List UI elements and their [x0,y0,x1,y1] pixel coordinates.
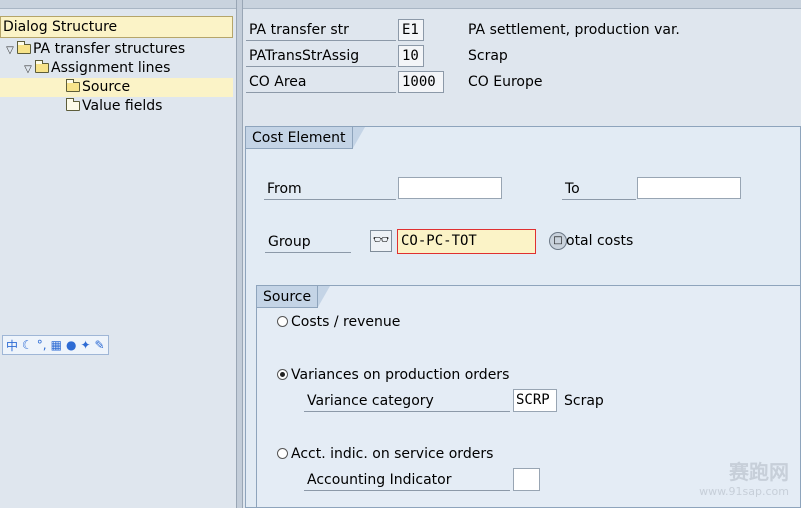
radio-label: Variances on production orders [291,367,510,383]
radio-label: Acct. indic. on service orders [291,446,494,462]
group-label: Group [265,231,351,253]
folder-open-icon [17,41,31,54]
tree-item-label: Assignment lines [51,60,171,76]
from-input[interactable] [398,177,502,199]
folder-open-icon [35,60,49,73]
radio-button-icon[interactable] [277,316,288,327]
dialog-structure-tree: ▽ PA transfer structures ▽ Assignment line… [0,40,233,116]
radio-button-icon[interactable] [277,448,288,459]
group-text: otal costs [566,233,634,249]
pa-transfer-str-field: E1 [398,19,424,41]
skin-icon[interactable]: ✦ [80,338,90,352]
tree-item-label: PA transfer structures [33,41,186,57]
wrench-icon[interactable]: ✎ [95,338,105,352]
expand-triangle-icon[interactable]: ▽ [3,41,17,60]
group-input[interactable]: CO-PC-TOT [397,229,536,254]
tree-item-assignment-lines[interactable]: ▽ Assignment lines [0,59,233,78]
pa-trans-str-assig-label: PATransStrAssig [246,45,396,67]
to-input[interactable] [637,177,741,199]
ime-toolbar[interactable]: 中 ☾ °, ▦ ● ✦ ✎ [2,335,109,355]
co-area-text: CO Europe [468,74,543,90]
tree-item-label: Source [82,79,131,95]
variance-category-input[interactable]: SCRP [513,389,557,412]
pa-transfer-str-text: PA settlement, production var. [468,22,680,38]
variance-category-label: Variance category [304,390,510,412]
moon-icon[interactable]: ☾ [22,338,33,352]
keyboard-icon[interactable]: ▦ [51,338,62,352]
to-label: To [562,178,636,200]
folder-open-icon [66,79,80,92]
punctuation-icon[interactable]: °, [37,338,47,352]
value-help-icon[interactable]: □ [549,232,567,250]
tree-item-label: Value fields [82,98,163,114]
tree-item-pa-transfer-structures[interactable]: ▽ PA transfer structures [0,40,233,59]
dialog-structure-title: Dialog Structure [0,16,233,38]
co-area-field: 1000 [398,71,444,93]
radio-variances-production-orders[interactable]: Variances on production orders [277,364,509,386]
source-group-title: Source [257,286,331,308]
radio-button-selected-icon[interactable] [277,369,288,380]
from-label: From [264,178,396,200]
folder-icon [66,98,80,111]
cost-element-group-title: Cost Element [246,127,365,149]
radio-costs-revenue[interactable]: Costs / revenue [277,311,400,333]
pa-trans-str-assig-field: 10 [398,45,424,67]
pane-splitter[interactable] [236,0,243,508]
variance-category-text: Scrap [564,393,604,409]
radio-acct-indic-service-orders[interactable]: Acct. indic. on service orders [277,443,493,465]
chinese-input-icon[interactable]: 中 [6,337,18,354]
watermark: 赛跑网 www.91sap.com [699,456,789,498]
tree-item-value-fields[interactable]: Value fields [0,97,233,116]
pa-trans-str-assig-text: Scrap [468,48,508,64]
accounting-indicator-label: Accounting Indicator [304,469,510,491]
accounting-indicator-input[interactable] [513,468,540,491]
watermark-logo: 赛跑网 [729,460,789,484]
pa-transfer-str-label: PA transfer str [246,19,396,41]
expand-triangle-icon[interactable]: ▽ [21,60,35,79]
watermark-url: www.91sap.com [699,485,789,498]
glasses-icon: 👓︎ [372,233,390,248]
top-toolbar-strip [0,0,801,9]
group-search-button[interactable]: 👓︎ [370,230,392,252]
co-area-label: CO Area [246,71,396,93]
user-icon[interactable]: ● [66,338,76,352]
radio-label: Costs / revenue [291,314,401,330]
tree-item-source[interactable]: Source [0,78,233,97]
